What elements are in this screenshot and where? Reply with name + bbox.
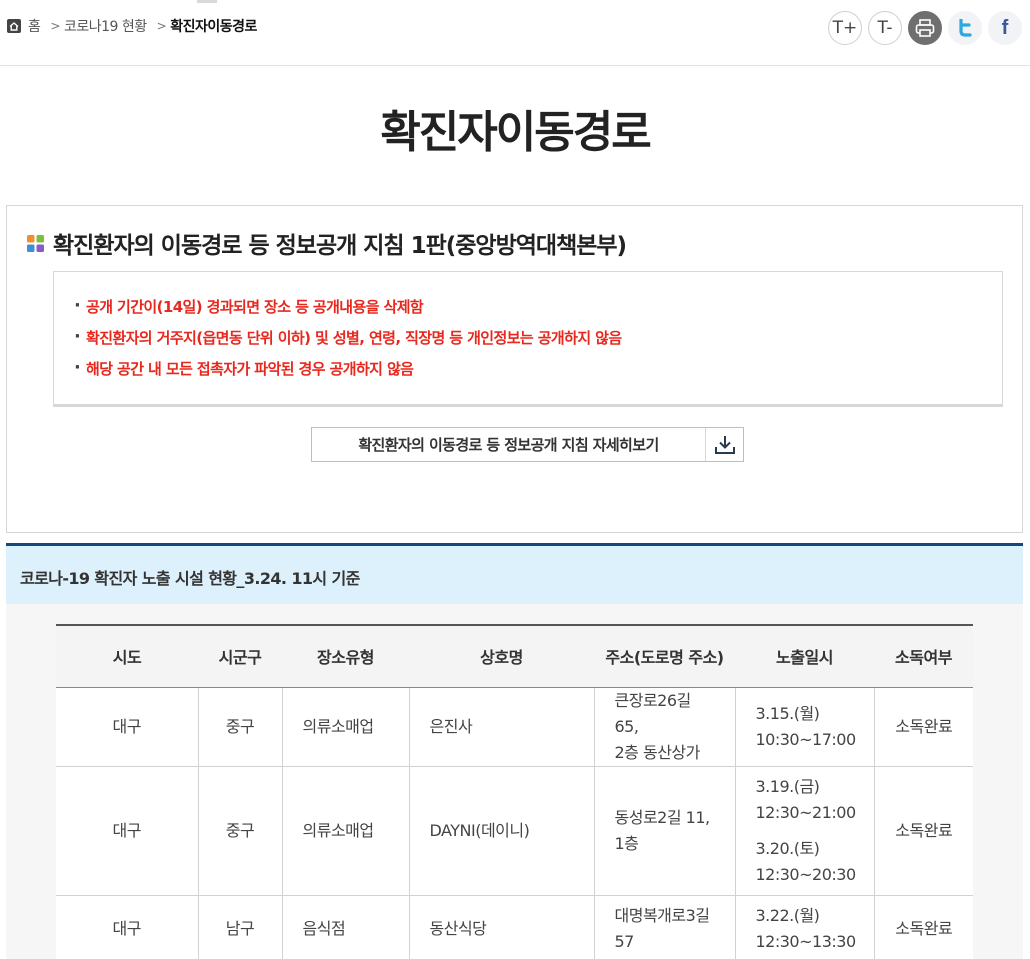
notice-item: 공개 기간이(14일) 경과되면 장소 등 공개내용을 삭제함 bbox=[74, 290, 1002, 323]
breadcrumb: 홈 > 코로나19 현황 > 확진자이동경로 bbox=[6, 16, 257, 36]
guide-download-button[interactable]: 확진환자의 이동경로 등 정보공개 지침 자세히보기 bbox=[311, 427, 744, 462]
col-header-address: 주소(도로명 주소) bbox=[594, 624, 735, 688]
col-header-period: 노출일시 bbox=[735, 624, 874, 688]
cell-name: DAYNI(데이니) bbox=[409, 766, 595, 896]
col-header-sigungu: 시군구 bbox=[198, 624, 282, 688]
cell-address: 큰장로26길 65, 2층 동산상가 bbox=[594, 687, 736, 767]
cell-disinfect: 소독완료 bbox=[874, 766, 973, 896]
download-icon bbox=[714, 435, 735, 454]
cell-sido: 대구 bbox=[56, 895, 199, 959]
cell-type: 음식점 bbox=[282, 895, 410, 959]
cell-name: 은진사 bbox=[409, 687, 595, 767]
cell-disinfect: 소독완료 bbox=[874, 687, 973, 767]
period-time: 12:30~13:30 bbox=[755, 932, 857, 951]
chevron-right-icon: > bbox=[50, 19, 60, 33]
status-bar: 코로나-19 확진자 노출 시설 현황_3.24. 11시 기준 bbox=[6, 543, 1023, 604]
cell-sigungu: 중구 bbox=[198, 687, 283, 767]
cell-sido: 대구 bbox=[56, 687, 199, 767]
twitter-share-button[interactable] bbox=[948, 11, 982, 45]
cell-address: 대명복개로3길 57 bbox=[594, 895, 736, 959]
exposure-period: 3.22.(월) 12:30~13:30 bbox=[755, 903, 857, 955]
period-time: 12:30~21:00 bbox=[755, 802, 857, 822]
period-time: 12:30~20:30 bbox=[755, 864, 857, 884]
table-area: 시도 시군구 장소유형 상호명 주소(도로명 주소) 노출일시 소독여부 대구 … bbox=[6, 604, 1023, 959]
facebook-share-button[interactable]: f bbox=[988, 11, 1022, 45]
period-date: 3.20.(토) bbox=[755, 838, 820, 858]
breadcrumb-level1[interactable]: 코로나19 현황 bbox=[64, 16, 147, 36]
table-row: 대구 남구 음식점 동산식당 대명복개로3길 57 3.22.(월) 12:30… bbox=[56, 895, 973, 959]
exposure-period: 3.19.(금) 12:30~21:00 bbox=[755, 774, 857, 826]
download-label: 확진환자의 이동경로 등 정보공개 지침 자세히보기 bbox=[358, 436, 659, 454]
breadcrumb-home[interactable]: 홈 bbox=[28, 16, 41, 36]
table-row: 대구 중구 의류소매업 은진사 큰장로26길 65, 2층 동산상가 3.15.… bbox=[56, 687, 973, 767]
page-title: 확진자이동경로 bbox=[372, 96, 658, 160]
exposure-period: 3.15.(월) 10:30~17:00 bbox=[755, 701, 857, 753]
notice-item: 확진환자의 거주지(읍면동 단위 이하) 및 성별, 연령, 직장명 등 개인정… bbox=[74, 321, 1002, 354]
table-header-row: 시도 시군구 장소유형 상호명 주소(도로명 주소) 노출일시 소독여부 bbox=[56, 624, 973, 688]
cell-period: 3.19.(금) 12:30~21:00 3.20.(토) 12:30~20:3… bbox=[735, 766, 875, 896]
home-icon[interactable] bbox=[6, 18, 22, 34]
font-decrease-button[interactable]: T- bbox=[868, 11, 902, 45]
breadcrumb-current: 확진자이동경로 bbox=[170, 19, 257, 35]
cell-type: 의류소매업 bbox=[282, 766, 410, 896]
col-header-name: 상호명 bbox=[409, 624, 594, 688]
facilities-table: 시도 시군구 장소유형 상호명 주소(도로명 주소) 노출일시 소독여부 대구 … bbox=[56, 624, 973, 959]
cell-type: 의류소매업 bbox=[282, 687, 410, 767]
cell-name: 동산식당 bbox=[409, 895, 595, 959]
cell-address: 동성로2길 11, 1층 bbox=[594, 766, 736, 896]
notice-list: 공개 기간이(14일) 경과되면 장소 등 공개내용을 삭제함 확진환자의 거주… bbox=[54, 272, 1002, 385]
period-date: 3.15.(월) bbox=[755, 703, 820, 723]
print-button[interactable] bbox=[908, 11, 942, 45]
address-line: 동성로2길 11, bbox=[614, 807, 711, 827]
printer-icon bbox=[915, 19, 935, 37]
cell-period: 3.15.(월) 10:30~17:00 bbox=[735, 687, 875, 767]
period-time: 10:30~17:00 bbox=[755, 729, 857, 749]
col-header-type: 장소유형 bbox=[282, 624, 409, 688]
chevron-right-icon: > bbox=[156, 19, 167, 33]
facebook-icon: f bbox=[1001, 16, 1009, 39]
guide-box: 확진환자의 이동경로 등 정보공개 지침 1판(중앙방역대책본부) 공개 기간이… bbox=[6, 205, 1023, 533]
tab-indicator bbox=[197, 0, 217, 3]
font-decrease-label: T- bbox=[877, 18, 893, 38]
twitter-icon bbox=[959, 19, 972, 37]
page-title-text: 확진자이동경로 bbox=[380, 107, 651, 158]
guide-header: 확진환자의 이동경로 등 정보공개 지침 1판(중앙방역대책본부) bbox=[27, 226, 627, 260]
cell-disinfect: 소독완료 bbox=[874, 895, 973, 959]
period-date: 3.19.(금) bbox=[755, 776, 820, 796]
font-increase-label: T+ bbox=[832, 18, 858, 38]
period-date: 3.22.(월) bbox=[755, 906, 820, 925]
address-line: 1층 bbox=[614, 833, 639, 853]
page-tools: T+ T- f bbox=[828, 11, 1022, 45]
address-line: 대명복개로3길 bbox=[614, 906, 711, 925]
notice-item: 해당 공간 내 모든 접촉자가 파악된 경우 공개하지 않음 bbox=[74, 352, 1002, 385]
font-increase-button[interactable]: T+ bbox=[828, 11, 862, 45]
notice-box: 공개 기간이(14일) 경과되면 장소 등 공개내용을 삭제함 확진환자의 거주… bbox=[53, 271, 1003, 407]
col-header-disinfect: 소독여부 bbox=[874, 624, 973, 688]
address-line: 57 bbox=[614, 932, 635, 951]
grid-bullet-icon bbox=[27, 234, 44, 252]
exposure-period: 3.20.(토) 12:30~20:30 bbox=[755, 836, 857, 888]
cell-sigungu: 중구 bbox=[198, 766, 283, 896]
status-label: 코로나-19 확진자 노출 시설 현황_3.24. 11시 기준 bbox=[20, 569, 360, 588]
cell-sido: 대구 bbox=[56, 766, 199, 896]
table-row: 대구 중구 의류소매업 DAYNI(데이니) 동성로2길 11, 1층 3.19… bbox=[56, 766, 973, 896]
guide-title: 확진환자의 이동경로 등 정보공개 지침 1판(중앙방역대책본부) bbox=[53, 233, 627, 259]
col-header-sido: 시도 bbox=[56, 624, 198, 688]
address-line: 큰장로26길 65, bbox=[614, 690, 692, 736]
cell-sigungu: 남구 bbox=[198, 895, 283, 959]
cell-period: 3.22.(월) 12:30~13:30 bbox=[735, 895, 875, 959]
top-bar: 홈 > 코로나19 현황 > 확진자이동경로 T+ T- f bbox=[0, 0, 1030, 66]
download-icon-wrap bbox=[705, 428, 743, 461]
address-line: 2층 동산상가 bbox=[614, 742, 701, 762]
page-title-wrap: 확진자이동경로 bbox=[0, 96, 1030, 160]
